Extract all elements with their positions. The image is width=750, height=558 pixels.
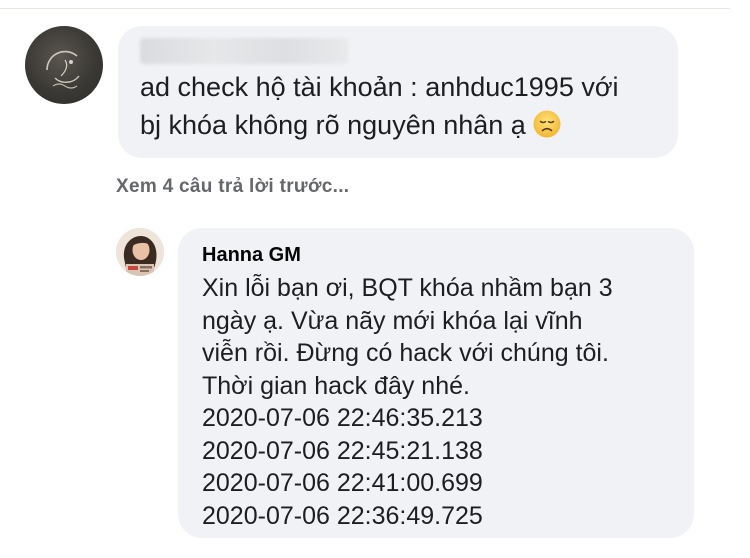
reply-timestamp-line: 2020-07-06 22:41:00.699: [202, 469, 483, 497]
avatar-photo-icon: [116, 228, 164, 276]
disappointed-face-icon: [533, 110, 561, 138]
reply-timestamp-line: 2020-07-06 22:45:21.138: [202, 436, 483, 465]
comment-line-text: bj khóa không rõ nguyên nhân ạ: [140, 110, 526, 140]
commenter-avatar[interactable]: [25, 26, 103, 104]
reply-bubble: Hanna GM Xin lỗi bạn ơi, BQT khóa nhầm b…: [178, 228, 694, 538]
comment-bubble: ad check hộ tài khoản : anhduc1995 với b…: [118, 26, 678, 158]
reply-line: viễn rồi. Đừng có hack với chúng tôi.: [202, 339, 609, 367]
reply-line: Xin lỗi bạn ơi, BQT khóa nhầm bạn 3: [202, 274, 613, 302]
comment-line: bj khóa không rõ nguyên nhân ạ: [140, 106, 670, 144]
reply-text: Xin lỗi bạn ơi, BQT khóa nhầm bạn 3 ngày…: [202, 272, 682, 532]
reply-line: ngày ạ. Vừa nãy mới khóa lại vĩnh: [202, 306, 583, 335]
reply-author-name[interactable]: Hanna GM: [202, 244, 301, 267]
reply-timestamp-line: 2020-07-06 22:36:49.725: [202, 501, 483, 530]
see-previous-replies-link[interactable]: Xem 4 câu trả lời trước...: [116, 176, 349, 198]
top-divider: [0, 8, 730, 9]
blurred-author-name[interactable]: [140, 38, 348, 64]
comment-line: ad check hộ tài khoản : anhduc1995 với: [140, 72, 619, 102]
reply-line: Thời gian hack đây nhé.: [202, 371, 470, 400]
reply-timestamp-line: 2020-07-06 22:46:35.213: [202, 404, 483, 432]
comment-text: ad check hộ tài khoản : anhduc1995 với b…: [140, 68, 670, 144]
avatar-sketch-icon: [46, 50, 80, 89]
reply-author-avatar[interactable]: [116, 228, 164, 276]
